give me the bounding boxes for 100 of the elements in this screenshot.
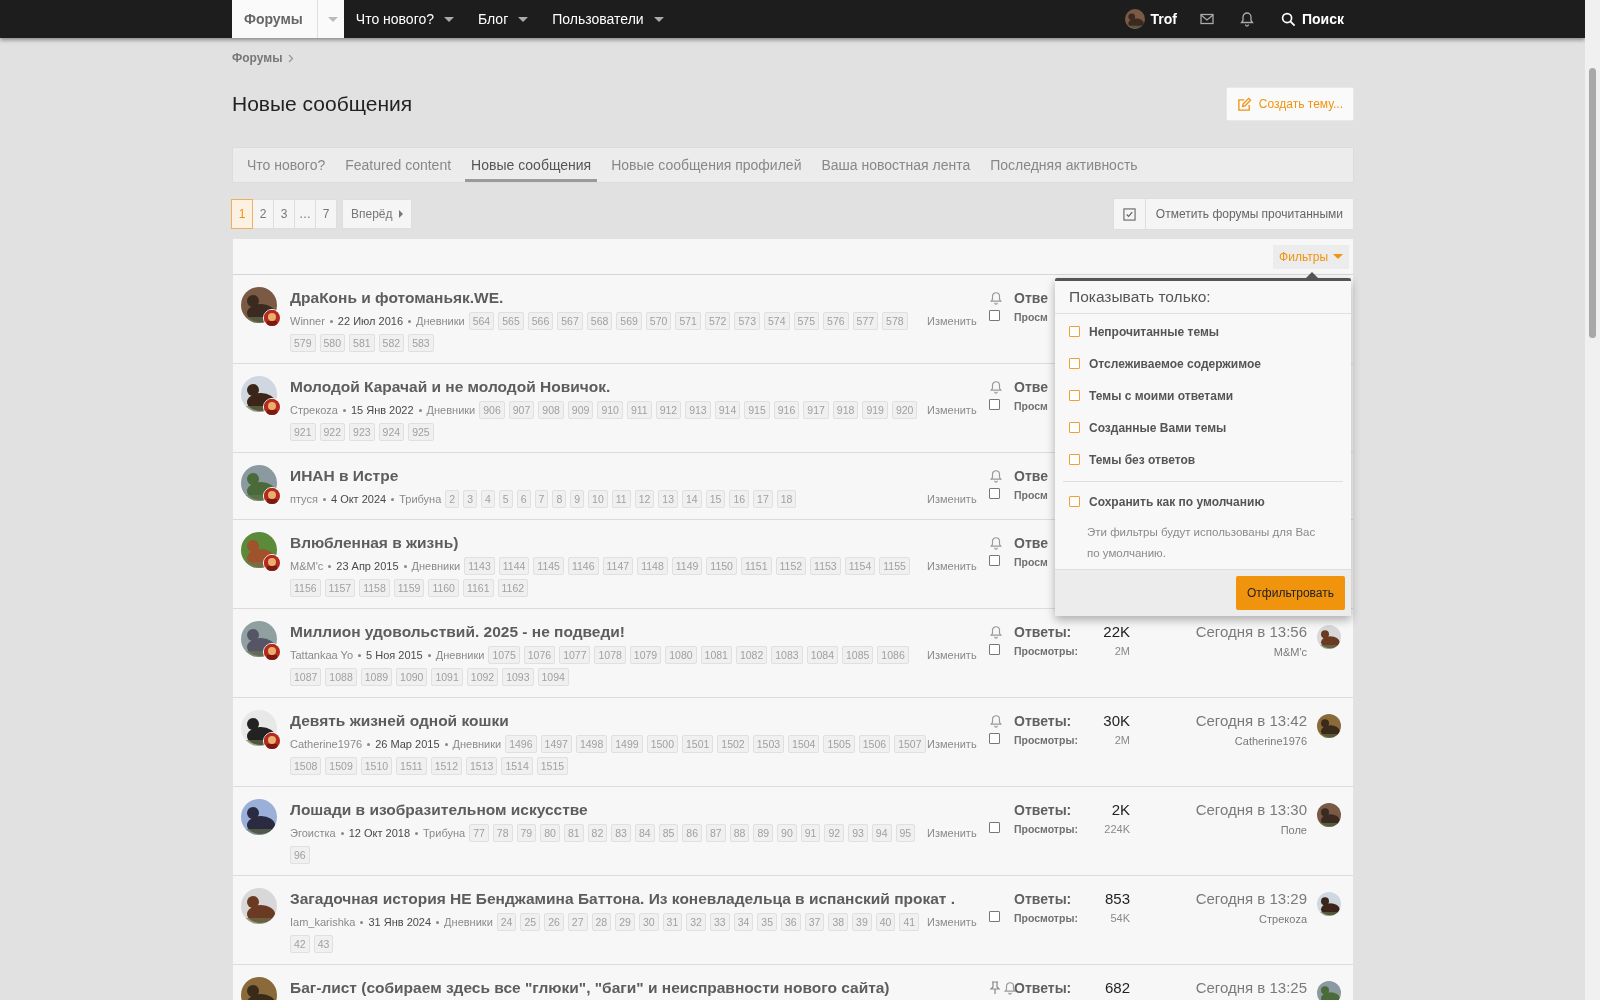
- checkbox[interactable]: [1069, 326, 1080, 337]
- filter-option[interactable]: Темы без ответов: [1069, 446, 1337, 478]
- checkbox[interactable]: [1069, 358, 1080, 369]
- forum-link[interactable]: Дневники: [416, 315, 465, 327]
- select-checkbox[interactable]: [989, 399, 1000, 410]
- page-link[interactable]: 78: [492, 824, 513, 842]
- page-link[interactable]: 909: [567, 401, 594, 419]
- page-link[interactable]: 582: [378, 334, 405, 352]
- page-link[interactable]: 5: [498, 490, 513, 508]
- page-link[interactable]: 907: [508, 401, 535, 419]
- page-link[interactable]: 1158: [359, 579, 390, 597]
- page-link[interactable]: 1143: [464, 557, 495, 575]
- create-thread-button[interactable]: Создать тему...: [1225, 87, 1354, 121]
- page-link[interactable]: 34: [733, 913, 754, 931]
- page-link[interactable]: 918: [832, 401, 859, 419]
- search-link[interactable]: Поиск: [1267, 0, 1354, 38]
- page-link[interactable]: 17: [753, 490, 773, 508]
- page-link[interactable]: 1159: [393, 579, 425, 597]
- forum-link[interactable]: Дневники: [426, 404, 476, 416]
- page-link[interactable]: 1093: [502, 668, 534, 686]
- page-link[interactable]: 913: [685, 401, 711, 419]
- page-link[interactable]: 911: [626, 401, 652, 419]
- page-link[interactable]: 88: [729, 824, 750, 842]
- page-link[interactable]: 1502: [717, 735, 749, 753]
- thread-title[interactable]: Девять жизней одной кошки: [290, 710, 509, 732]
- page-link[interactable]: 912: [655, 401, 682, 419]
- select-checkbox[interactable]: [989, 644, 1000, 655]
- breadcrumb-link[interactable]: Форумы: [232, 51, 283, 65]
- page-link[interactable]: 1511: [396, 757, 427, 775]
- page-link[interactable]: 25: [520, 913, 541, 931]
- page-link[interactable]: 574: [764, 312, 790, 330]
- edit-link[interactable]: Изменить: [927, 916, 977, 928]
- page-link[interactable]: 1144: [498, 557, 530, 575]
- thread-title[interactable]: Молодой Карачай и не молодой Новичок.: [290, 376, 611, 398]
- page-link[interactable]: 1081: [700, 646, 732, 664]
- page-link[interactable]: 37: [804, 913, 825, 931]
- page-link[interactable]: 96: [290, 846, 310, 864]
- page-link[interactable]: 1508: [290, 757, 322, 775]
- checkbox[interactable]: [1069, 496, 1080, 507]
- page-link[interactable]: 16: [729, 490, 750, 508]
- page-link[interactable]: 1506: [858, 735, 891, 753]
- page-link[interactable]: 571: [675, 312, 701, 330]
- page-link[interactable]: 91: [800, 824, 821, 842]
- page-link[interactable]: 9: [570, 490, 585, 508]
- page-link[interactable]: 570: [645, 312, 672, 330]
- forum-link[interactable]: Трибуна: [423, 827, 466, 839]
- author-link[interactable]: M&M'c: [290, 560, 324, 572]
- edit-link[interactable]: Изменить: [927, 738, 977, 750]
- page-link[interactable]: 79: [516, 824, 537, 842]
- page-link[interactable]: 18: [776, 490, 797, 508]
- page-link[interactable]: 566: [527, 312, 554, 330]
- page-link[interactable]: 919: [862, 401, 888, 419]
- page-link[interactable]: 32: [686, 913, 706, 931]
- checkbox[interactable]: [1069, 390, 1080, 401]
- page-link[interactable]: 1079: [629, 646, 662, 664]
- page-button[interactable]: 2: [252, 199, 274, 229]
- tab[interactable]: Что нового?: [241, 148, 332, 182]
- page-link[interactable]: 94: [871, 824, 892, 842]
- page-link[interactable]: 93: [848, 824, 868, 842]
- select-checkbox[interactable]: [989, 488, 1000, 499]
- page-link[interactable]: 1509: [325, 757, 357, 775]
- checkbox[interactable]: [1069, 454, 1080, 465]
- select-checkbox[interactable]: [989, 911, 1000, 922]
- page-link[interactable]: 1087: [290, 668, 322, 686]
- page-link[interactable]: 917: [803, 401, 829, 419]
- edit-link[interactable]: Изменить: [927, 315, 977, 327]
- bell-icon[interactable]: [1239, 11, 1255, 27]
- page-link[interactable]: 578: [882, 312, 908, 330]
- tab[interactable]: Featured content: [339, 148, 458, 182]
- page-link[interactable]: 569: [616, 312, 642, 330]
- page-link[interactable]: 1090: [396, 668, 428, 686]
- page-link[interactable]: 1505: [823, 735, 855, 753]
- mail-icon[interactable]: [1199, 11, 1215, 27]
- author-link[interactable]: Эгоистка: [290, 827, 336, 839]
- page-link[interactable]: 924: [378, 423, 405, 441]
- page-link[interactable]: 580: [319, 334, 346, 352]
- page-link[interactable]: 1504: [788, 735, 820, 753]
- page-link[interactable]: 916: [773, 401, 800, 419]
- page-link[interactable]: 922: [319, 423, 346, 441]
- page-link[interactable]: 1510: [360, 757, 393, 775]
- nav-tab[interactable]: Что нового?: [343, 0, 466, 38]
- page-link[interactable]: 1155: [879, 557, 910, 575]
- page-link[interactable]: 82: [587, 824, 608, 842]
- page-link[interactable]: 1160: [428, 579, 459, 597]
- select-checkbox[interactable]: [989, 822, 1000, 833]
- page-link[interactable]: 29: [615, 913, 635, 931]
- page-link[interactable]: 575: [793, 312, 820, 330]
- page-link[interactable]: 1077: [559, 646, 591, 664]
- page-link[interactable]: 920: [891, 401, 918, 419]
- page-link[interactable]: 86: [682, 824, 702, 842]
- page-link[interactable]: 10: [588, 490, 608, 508]
- page-link[interactable]: 908: [538, 401, 564, 419]
- user-link[interactable]: Trof: [1114, 0, 1187, 38]
- tab[interactable]: Новые сообщения: [465, 148, 598, 182]
- page-link[interactable]: 84: [634, 824, 655, 842]
- page-link[interactable]: 27: [567, 913, 588, 931]
- filter-option[interactable]: Созданные Вами темы: [1069, 414, 1337, 446]
- page-link[interactable]: 1152: [775, 557, 807, 575]
- page-link[interactable]: 1161: [462, 579, 494, 597]
- edit-link[interactable]: Изменить: [927, 560, 977, 572]
